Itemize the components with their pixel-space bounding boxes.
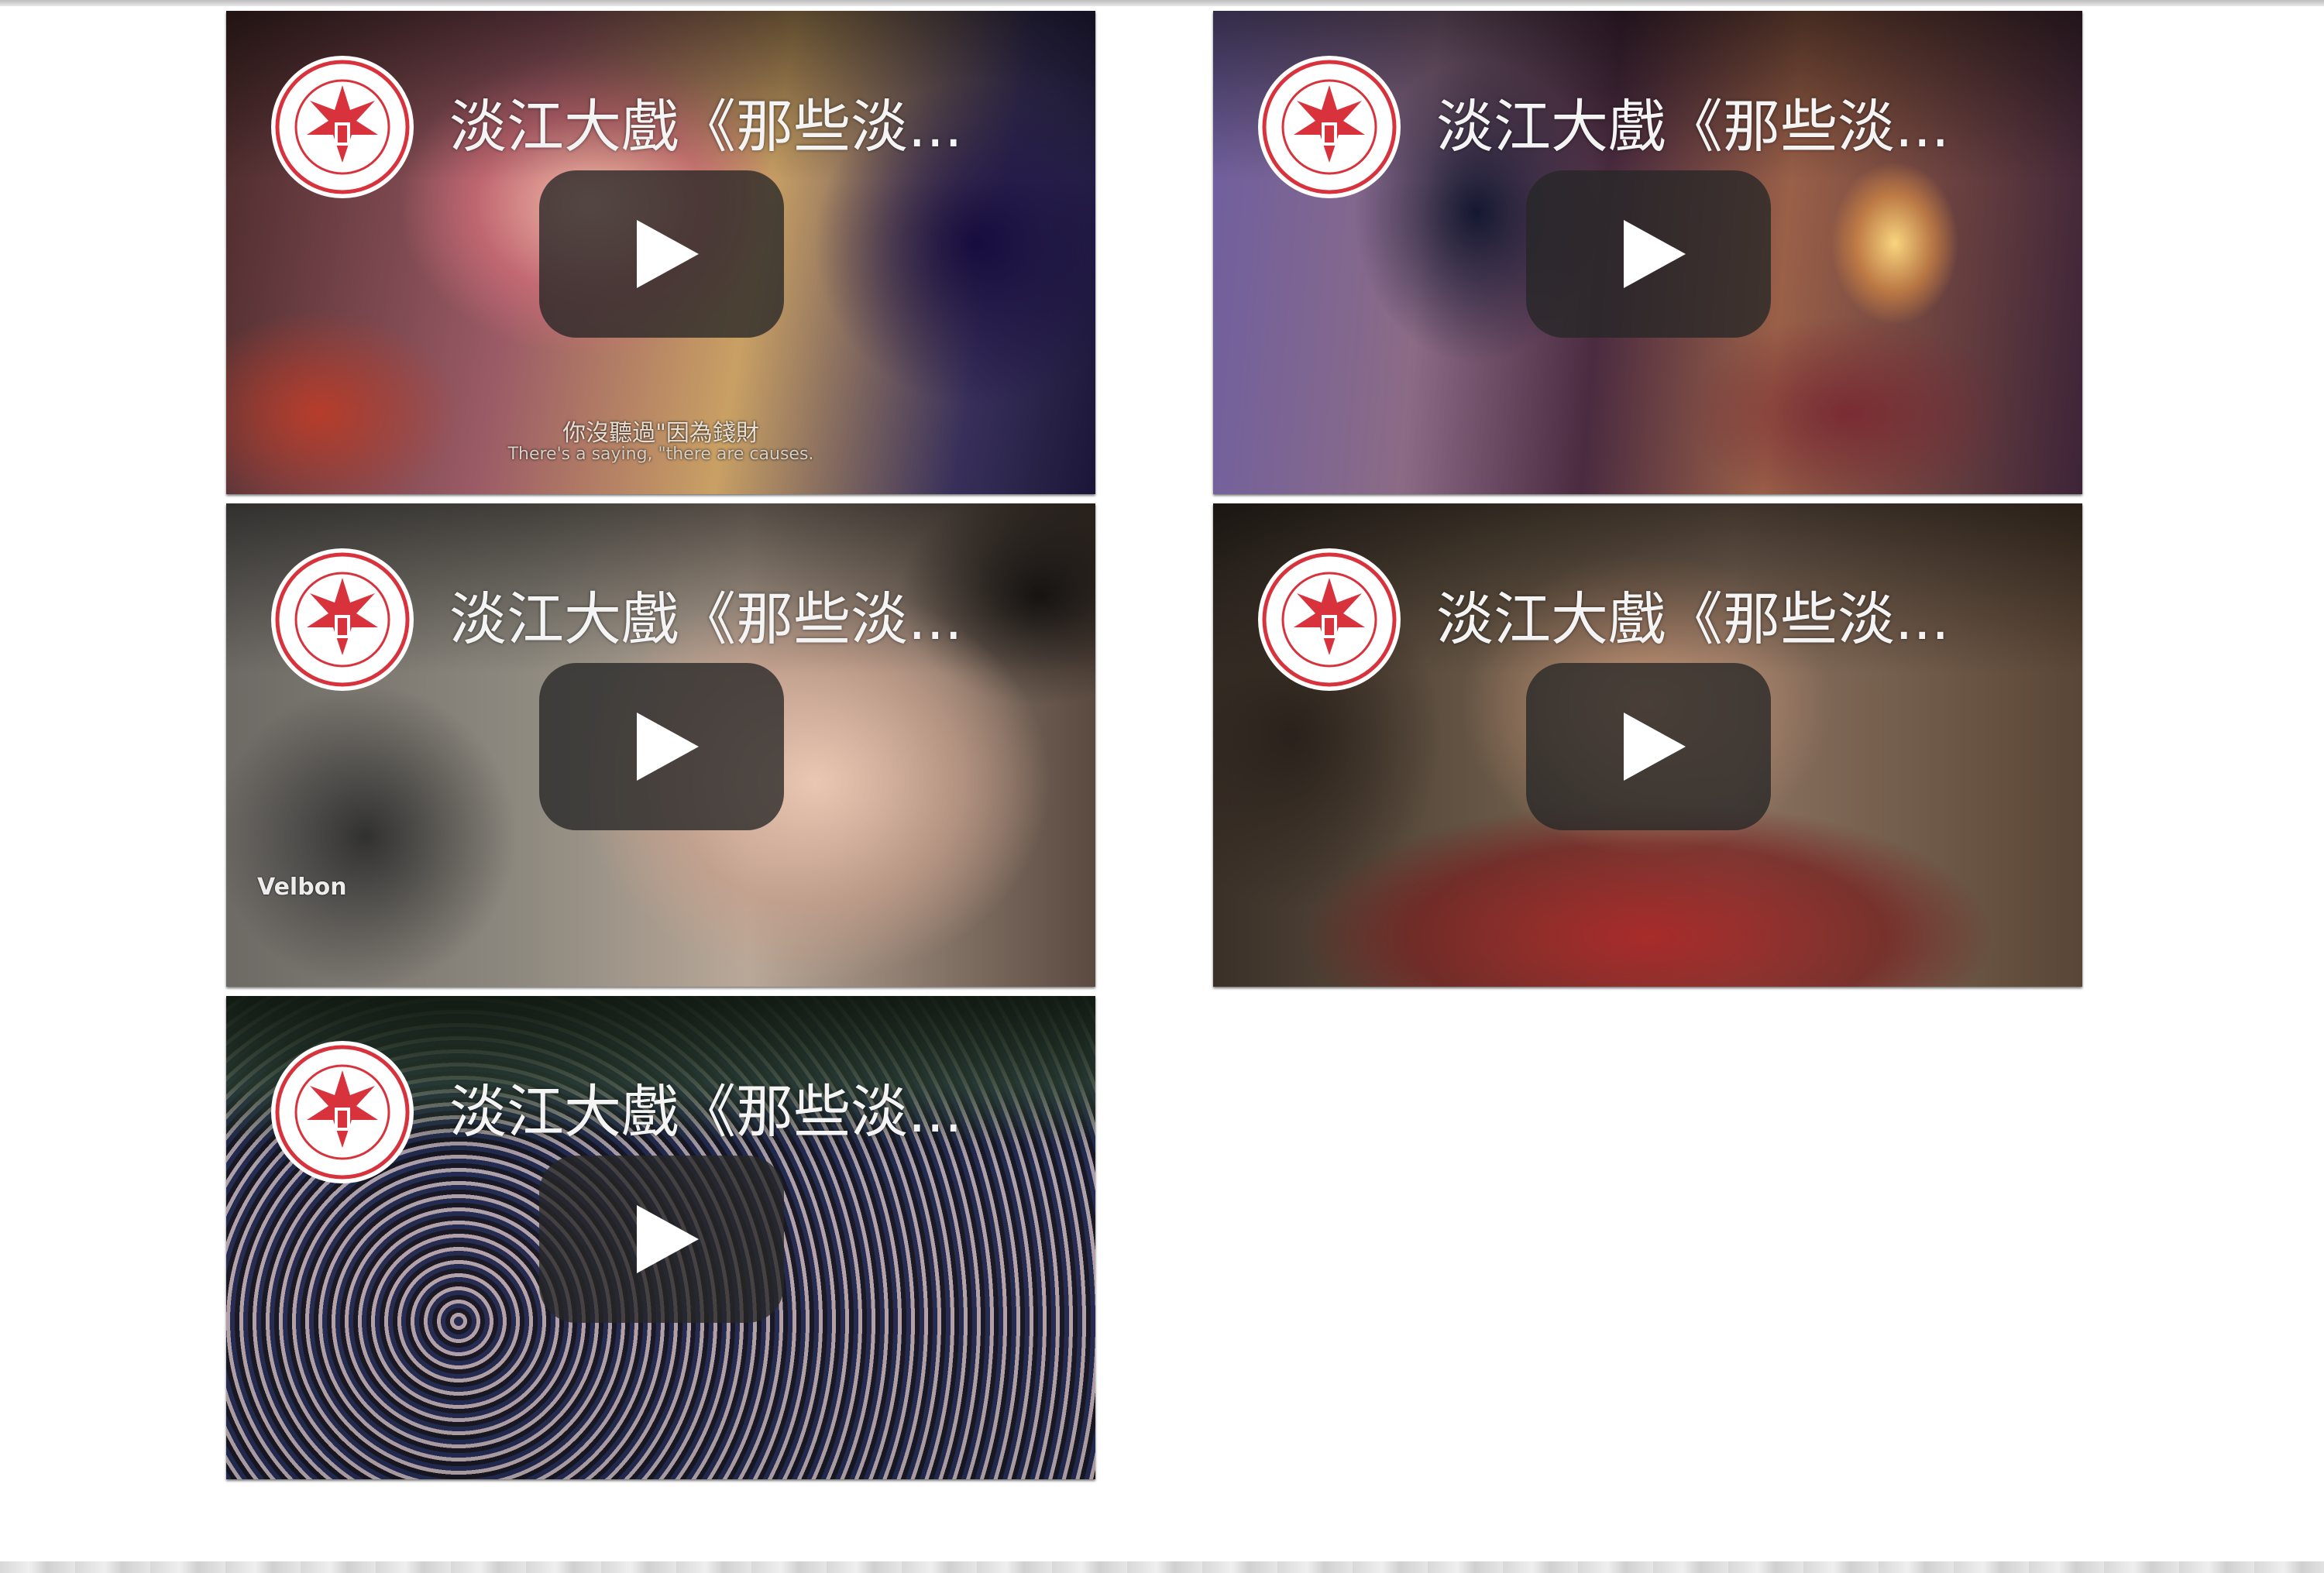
video-subtitle-chinese: 你沒聽過"因為錢財 <box>562 420 759 447</box>
play-button[interactable] <box>539 663 784 830</box>
play-icon <box>637 1205 699 1273</box>
camera-brand-label: Velbon <box>257 874 347 901</box>
video-title[interactable]: 淡江大戲《那些淡... <box>1436 91 2056 163</box>
channel-logo[interactable] <box>1257 54 1402 200</box>
play-icon <box>637 220 699 288</box>
play-button[interactable] <box>1526 170 1771 338</box>
video-title[interactable]: 淡江大戲《那些淡... <box>449 91 1069 163</box>
channel-logo[interactable] <box>1257 547 1402 692</box>
video-embed-3[interactable]: 淡江大戲《那些淡... Velbon <box>226 503 1095 987</box>
video-embed-4[interactable]: 淡江大戲《那些淡... <box>1213 503 2082 987</box>
footer-band <box>0 1561 2324 1573</box>
video-embed-5[interactable]: 淡江大戲《那些淡... <box>226 996 1095 1479</box>
video-title[interactable]: 淡江大戲《那些淡... <box>449 584 1069 655</box>
video-subtitle-english: There's a saying, "there are causes. <box>507 445 814 464</box>
video-gallery-page: 淡江大戲《那些淡... 你沒聽過"因為錢財 There's a saying, … <box>0 0 2324 1573</box>
video-embed-1[interactable]: 淡江大戲《那些淡... 你沒聽過"因為錢財 There's a saying, … <box>226 11 1095 494</box>
video-embed-2[interactable]: 淡江大戲《那些淡... <box>1213 11 2082 494</box>
channel-logo[interactable] <box>270 1039 415 1185</box>
play-icon <box>1624 713 1686 781</box>
play-button[interactable] <box>539 1156 784 1323</box>
play-button[interactable] <box>539 170 784 338</box>
video-title[interactable]: 淡江大戲《那些淡... <box>1436 584 2056 655</box>
channel-logo[interactable] <box>270 547 415 692</box>
play-icon <box>637 713 699 781</box>
play-button[interactable] <box>1526 663 1771 830</box>
top-divider <box>0 0 2324 6</box>
channel-logo[interactable] <box>270 54 415 200</box>
play-icon <box>1624 220 1686 288</box>
video-title[interactable]: 淡江大戲《那些淡... <box>449 1077 1069 1148</box>
